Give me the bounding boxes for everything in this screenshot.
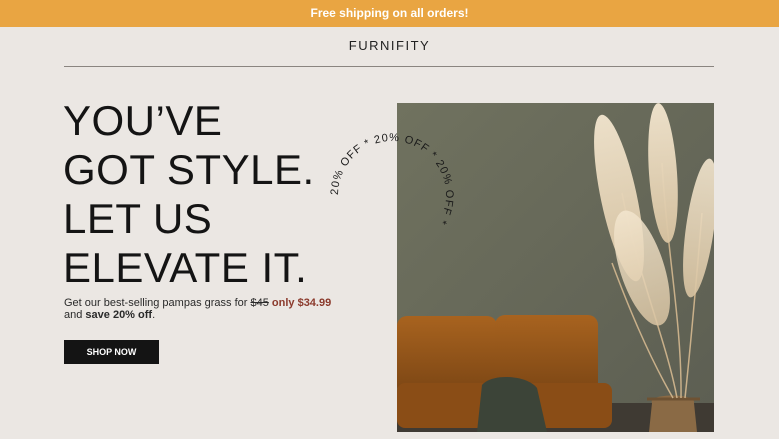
shop-now-button[interactable]: SHOP NOW: [64, 340, 159, 364]
headline-line-4: ELEVATE IT.: [63, 244, 308, 291]
badge-text: 20% OFF * 20% OFF * 20% OFF *: [329, 132, 454, 227]
headline-line-1: YOU’VE: [63, 97, 223, 144]
header-divider: [64, 66, 714, 67]
shipping-banner-text: Free shipping on all orders!: [310, 6, 469, 20]
shipping-banner: Free shipping on all orders!: [0, 0, 779, 27]
discount-badge: 20% OFF * 20% OFF * 20% OFF *: [322, 125, 462, 265]
svg-text:20% OFF * 20% OFF * 20% OFF *: 20% OFF * 20% OFF * 20% OFF *: [329, 132, 455, 227]
promo-prefix: Get our best-selling pampas grass for: [64, 297, 251, 309]
sale-price: only $34.99: [271, 297, 332, 309]
promo-line2-prefix: and: [64, 309, 86, 321]
old-price: $45: [250, 297, 269, 309]
save-text: save 20% off: [85, 309, 153, 321]
headline-line-2: GOT STYLE.: [63, 146, 315, 193]
promo-suffix: .: [152, 309, 156, 321]
headline-line-3: LET US: [63, 195, 213, 242]
hero-headline: YOU’VE GOT STYLE. LET US ELEVATE IT.: [63, 96, 315, 292]
promo-text: Get our best-selling pampas grass for $4…: [64, 297, 364, 321]
brand-logo[interactable]: FURNIFITY: [0, 38, 779, 53]
